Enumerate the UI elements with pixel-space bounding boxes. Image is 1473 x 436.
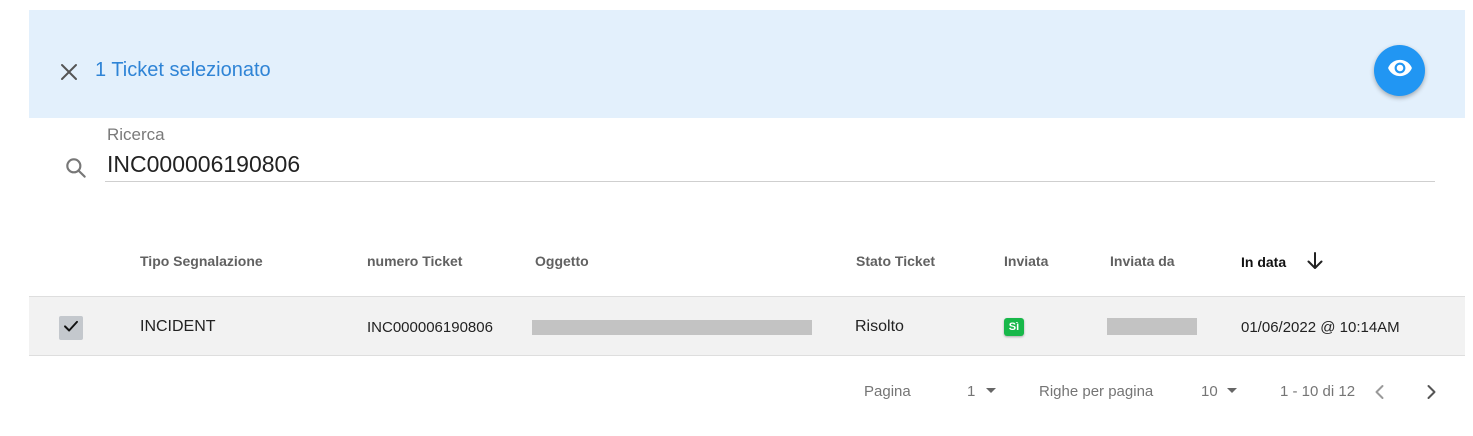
selection-toolbar: 1 Ticket selezionato xyxy=(29,10,1465,118)
cell-in-data: 01/06/2022 @ 10:14AM xyxy=(1241,319,1400,336)
column-header-oggetto[interactable]: Oggetto xyxy=(535,253,589,269)
cell-stato: Risolto xyxy=(855,318,904,335)
search-icon xyxy=(63,155,89,181)
pagination-range: 1 - 10 di 12 xyxy=(1280,383,1356,400)
status-badge: Sì xyxy=(1004,318,1024,336)
chevron-left-icon[interactable] xyxy=(1368,380,1392,404)
redacted-oggetto xyxy=(532,320,812,335)
arrow-down-icon[interactable] xyxy=(1303,249,1327,273)
checkmark-icon xyxy=(62,317,80,340)
table-row[interactable]: INCIDENT INC000006190806 Risolto Sì 01/0… xyxy=(29,296,1465,356)
column-header-inviata-da[interactable]: Inviata da xyxy=(1110,253,1175,269)
redacted-inviata-da xyxy=(1107,318,1197,335)
chevron-down-icon[interactable] xyxy=(1227,388,1237,393)
column-header-tipo[interactable]: Tipo Segnalazione xyxy=(140,253,263,269)
search-input[interactable] xyxy=(105,148,1435,182)
cell-tipo: INCIDENT xyxy=(140,318,216,335)
chevron-down-icon[interactable] xyxy=(986,388,996,393)
column-header-inviata[interactable]: Inviata xyxy=(1004,253,1048,269)
selection-count-text: 1 Ticket selezionato xyxy=(95,59,271,81)
column-header-in-data[interactable]: In data xyxy=(1241,254,1286,270)
view-button[interactable] xyxy=(1374,45,1425,96)
chevron-right-icon[interactable] xyxy=(1419,380,1443,404)
rows-per-page-select[interactable]: 10 xyxy=(1201,383,1218,400)
page-select[interactable]: 1 xyxy=(967,383,975,400)
row-checkbox[interactable] xyxy=(59,316,83,340)
page-label: Pagina xyxy=(864,383,911,400)
rows-per-page-label: Righe per pagina xyxy=(1039,383,1154,400)
column-header-stato[interactable]: Stato Ticket xyxy=(856,253,935,269)
eye-icon xyxy=(1387,55,1413,86)
column-header-numero[interactable]: numero Ticket xyxy=(367,253,462,269)
close-icon[interactable] xyxy=(57,60,81,84)
cell-numero: INC000006190806 xyxy=(367,319,493,336)
search-label: Ricerca xyxy=(107,125,165,144)
